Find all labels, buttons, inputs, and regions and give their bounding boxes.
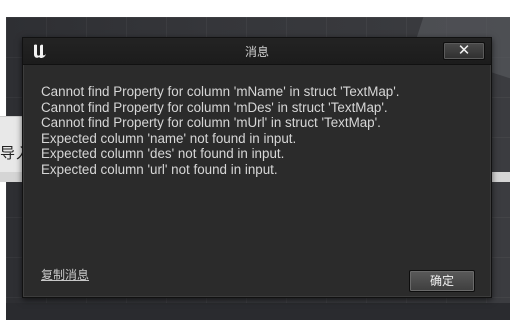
message-dialog: 消息 ✕ Cannot find Property for column 'mN… [22, 37, 492, 298]
close-button[interactable]: ✕ [443, 41, 485, 60]
message-line: Expected column 'name' not found in inpu… [41, 130, 297, 146]
copy-message-link[interactable]: 复制消息 [41, 266, 89, 283]
background-strip-left [0, 172, 24, 182]
message-body: Cannot find Property for column 'mName' … [41, 84, 481, 178]
dialog-titlebar[interactable]: 消息 ✕ [23, 38, 491, 65]
ok-button[interactable]: 确定 [409, 270, 475, 292]
background-strip-right [490, 172, 510, 182]
message-line: Expected column 'des' not found in input… [41, 146, 285, 162]
message-line: Expected column 'url' not found in input… [41, 161, 278, 177]
message-line: Cannot find Property for column 'mDes' i… [41, 99, 388, 115]
dialog-title: 消息 [244, 45, 269, 59]
viewport-bottom-band [6, 303, 510, 320]
close-icon: ✕ [457, 41, 471, 59]
screenshot-canvas: 导入 消息 ✕ Cannot find Property for column … [0, 0, 516, 327]
message-line: Cannot find Property for column 'mName' … [41, 84, 400, 99]
message-line: Cannot find Property for column 'mUrl' i… [41, 115, 381, 131]
